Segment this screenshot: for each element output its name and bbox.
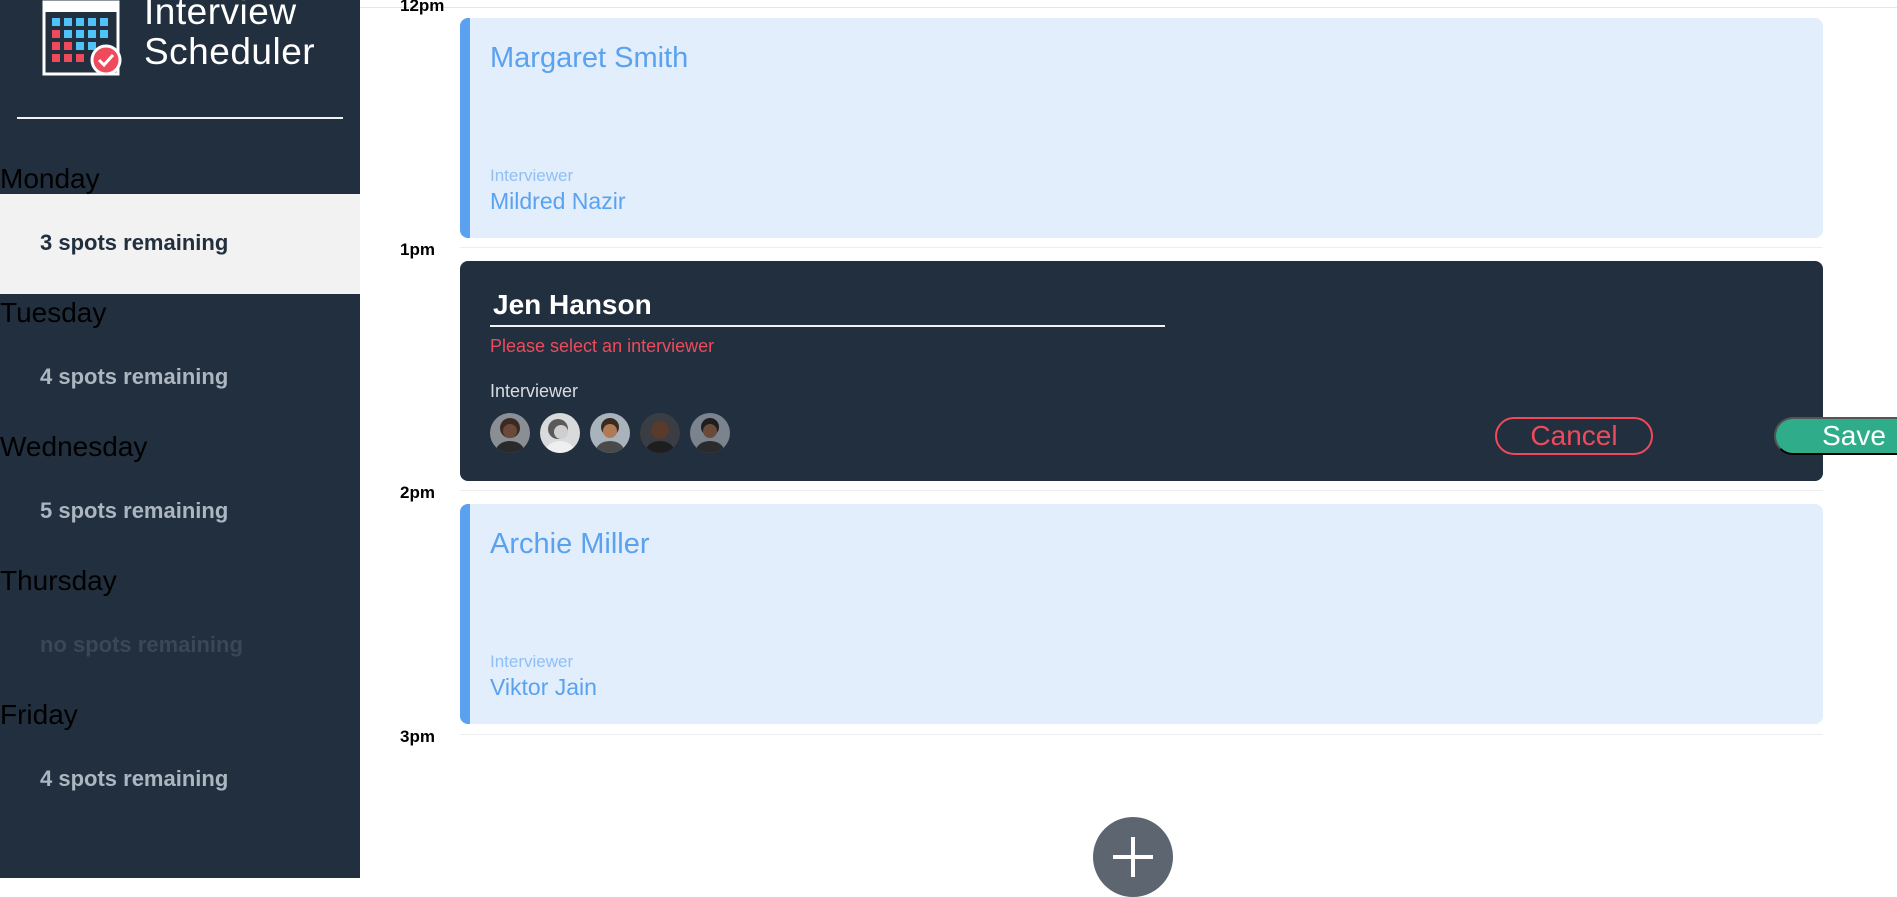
person-avatar-icon <box>690 413 730 453</box>
person-avatar-icon <box>540 413 580 453</box>
interviewer-avatar[interactable] <box>640 413 680 453</box>
person-avatar-icon <box>590 413 630 453</box>
day-name: Wednesday <box>0 431 148 462</box>
slot-divider <box>460 490 1823 491</box>
top-rule <box>360 7 1897 8</box>
day-name: Monday <box>0 163 100 194</box>
appointment-card[interactable]: Archie Miller Interviewer Viktor Jain <box>460 504 1823 724</box>
day-item-wednesday[interactable]: Wednesday 5 spots remaining <box>0 422 360 556</box>
appointment-accent-bar <box>460 18 470 238</box>
day-item-monday[interactable]: Monday 3 spots remaining <box>0 154 360 294</box>
day-item-friday[interactable]: Friday 4 spots remaining <box>0 690 360 824</box>
day-name: Tuesday <box>0 297 107 328</box>
interviewer-label: Interviewer <box>490 166 574 185</box>
day-list: Monday 3 spots remaining Tuesday 4 spots… <box>0 154 360 824</box>
time-label-12pm: 12pm <box>400 0 445 15</box>
calendar-logo-icon <box>42 0 122 76</box>
student-name: Margaret Smith <box>490 42 689 74</box>
cancel-button[interactable]: Cancel <box>1495 417 1653 455</box>
slot-divider <box>460 734 1823 735</box>
save-button[interactable]: Save <box>1774 417 1897 455</box>
day-name: Friday <box>0 699 78 730</box>
person-avatar-icon <box>640 413 680 453</box>
day-spots: no spots remaining <box>40 632 243 657</box>
appointment-form: Please select an interviewer Interviewer <box>460 261 1897 481</box>
add-appointment-button[interactable] <box>1093 817 1173 897</box>
app-title: Interview Scheduler <box>144 0 315 72</box>
interviewer-name: Viktor Jain <box>490 674 597 700</box>
logo: Interview Scheduler <box>42 0 342 80</box>
interviewer-label: Interviewer <box>490 381 579 401</box>
interviewer-name: Mildred Nazir <box>490 188 626 214</box>
day-spots: 5 spots remaining <box>40 498 229 523</box>
time-label-1pm: 1pm <box>400 240 435 259</box>
interviewer-avatar[interactable] <box>590 413 630 453</box>
day-item-tuesday[interactable]: Tuesday 4 spots remaining <box>0 288 360 422</box>
appointment-accent-bar <box>460 504 470 724</box>
interviewer-avatar[interactable] <box>490 413 530 453</box>
plus-icon <box>1113 837 1153 877</box>
validation-error: Please select an interviewer <box>490 336 715 356</box>
slot-divider <box>460 247 1823 248</box>
day-spots: 4 spots remaining <box>40 766 229 791</box>
sidebar-divider <box>17 117 343 119</box>
student-name-input[interactable] <box>490 285 1165 327</box>
interviewer-avatar[interactable] <box>540 413 580 453</box>
time-label-2pm: 2pm <box>400 483 435 502</box>
day-name: Thursday <box>0 565 117 596</box>
app-title-line1: Interview <box>144 0 297 32</box>
sidebar: Interview Scheduler Monday 3 spots remai… <box>0 0 360 878</box>
day-item-thursday[interactable]: Thursday no spots remaining <box>0 556 360 690</box>
app-title-line2: Scheduler <box>144 31 316 72</box>
student-name: Archie Miller <box>490 528 650 560</box>
day-spots: 3 spots remaining <box>40 230 229 255</box>
person-avatar-icon <box>490 413 530 453</box>
interviewer-avatar[interactable] <box>690 413 730 453</box>
interviewer-label: Interviewer <box>490 652 574 671</box>
time-label-3pm: 3pm <box>400 727 435 746</box>
appointment-card[interactable]: Margaret Smith Interviewer Mildred Nazir <box>460 18 1823 238</box>
schedule: 12pm Margaret Smith Interviewer Mildred … <box>360 0 1897 897</box>
day-spots: 4 spots remaining <box>40 364 229 389</box>
